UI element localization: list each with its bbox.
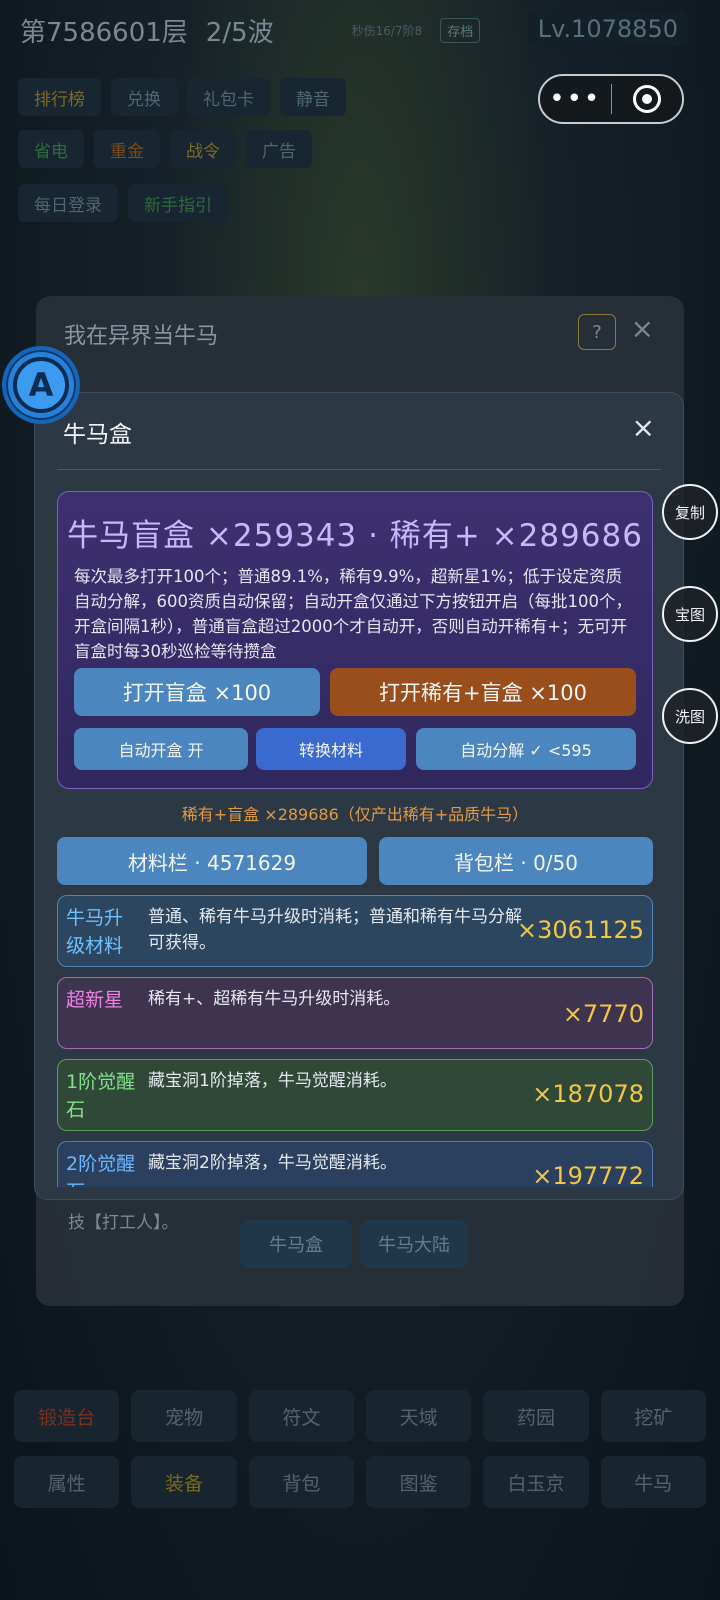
material-name: 牛马升级材料 xyxy=(66,907,124,957)
blind-box-title: 牛马盲盒 ×259343 · 稀有+ ×289686 xyxy=(67,518,643,554)
material-description: 稀有+、超稀有牛马升级时消耗。 xyxy=(148,989,401,1009)
redeem-button[interactable]: 兑换 xyxy=(111,78,177,116)
close-icon[interactable]: × xyxy=(632,411,655,444)
outer-close-icon[interactable]: × xyxy=(631,312,654,345)
material-name: 2阶觉醒石 xyxy=(66,1153,136,1187)
copy-button[interactable]: 复制 xyxy=(662,484,718,540)
assistant-badge-icon[interactable]: A xyxy=(2,346,80,424)
land-tab-button[interactable]: 牛马大陆 xyxy=(360,1220,468,1268)
assistant-badge-label: A xyxy=(13,357,69,413)
niuma-box-modal: 牛马盒 × 牛马盲盒 ×259343 · 稀有+ ×289686 每次最多打开1… xyxy=(34,392,684,1200)
modal-header: 牛马盒 × xyxy=(35,393,683,461)
game-topbar: 第7586601层 2/5波 秒伤16/7阶8 存档 Lv.1078850 xyxy=(0,0,720,60)
battle-pass-button[interactable]: 战令 xyxy=(170,130,236,168)
app-screen: 第7586601层 2/5波 秒伤16/7阶8 存档 Lv.1078850 排行… xyxy=(0,0,720,1600)
material-count: ×187078 xyxy=(532,1080,644,1108)
tab-materials[interactable]: 材料栏 · 4571629 xyxy=(57,837,367,885)
modal-divider xyxy=(57,469,661,470)
menu-row-2: 省电 重金 战令 广告 xyxy=(18,130,312,168)
rare-box-note: 稀有+盲盒 ×289686（仅产出稀有+品质牛马） xyxy=(181,805,529,824)
modal-title: 牛马盒 xyxy=(63,422,132,448)
nav-mining[interactable]: 挖矿 xyxy=(600,1390,706,1442)
nav-rune[interactable]: 符文 xyxy=(248,1390,354,1442)
material-description: 藏宝洞2阶掉落，牛马觉醒消耗。 xyxy=(148,1153,397,1173)
auto-decompose-button[interactable]: 自动分解 ✓ <595 xyxy=(416,728,636,770)
material-item[interactable]: 牛马升级材料 普通、稀有牛马升级时消耗；普通和稀有牛马分解可获得。 ×30611… xyxy=(57,895,653,967)
tab-backpack[interactable]: 背包栏 · 0/50 xyxy=(379,837,653,885)
material-name: 超新星 xyxy=(66,989,124,1011)
nav-baiyujing[interactable]: 白玉京 xyxy=(483,1456,589,1508)
material-item[interactable]: 1阶觉醒石 藏宝洞1阶掉落，牛马觉醒消耗。 ×187078 xyxy=(57,1059,653,1131)
tutorial-button[interactable]: 新手指引 xyxy=(128,184,228,222)
nav-herb-garden[interactable]: 药园 xyxy=(483,1390,589,1442)
ads-button[interactable]: 广告 xyxy=(246,130,312,168)
help-button[interactable]: ? xyxy=(578,314,616,350)
bottom-nav-row-1: 锻造台 宠物 符文 天域 药园 挖矿 xyxy=(14,1390,706,1442)
ranking-button[interactable]: 排行榜 xyxy=(18,78,101,116)
modal-scroll-area[interactable]: 牛马盲盒 ×259343 · 稀有+ ×289686 每次最多打开100个；普通… xyxy=(57,491,653,1187)
auto-open-toggle[interactable]: 自动开盒 开 xyxy=(74,728,248,770)
level-label: Lv.1078850 xyxy=(527,12,688,46)
material-item[interactable]: 超新星 稀有+、超稀有牛马升级时消耗。 ×7770 xyxy=(57,977,653,1049)
daily-login-button[interactable]: 每日登录 xyxy=(18,184,118,222)
blind-box-card: 牛马盲盒 ×259343 · 稀有+ ×289686 每次最多打开100个；普通… xyxy=(57,491,653,789)
material-count: ×7770 xyxy=(562,1000,644,1028)
nav-backpack[interactable]: 背包 xyxy=(248,1456,354,1508)
inventory-tabs: 材料栏 · 4571629 背包栏 · 0/50 xyxy=(57,837,653,885)
material-description: 藏宝洞1阶掉落，牛马觉醒消耗。 xyxy=(148,1071,397,1091)
heavy-gold-button[interactable]: 重金 xyxy=(94,130,160,168)
nav-niuma[interactable]: 牛马 xyxy=(600,1456,706,1508)
power-save-button[interactable]: 省电 xyxy=(18,130,84,168)
material-item[interactable]: 2阶觉醒石 藏宝洞2阶掉落，牛马觉醒消耗。 ×197772 xyxy=(57,1141,653,1187)
menu-row-1: 排行榜 兑换 礼包卡 静音 xyxy=(18,78,346,116)
material-description: 普通、稀有牛马升级时消耗；普通和稀有牛马分解可获得。 xyxy=(148,907,522,953)
blind-box-description: 每次最多打开100个；普通89.1%，稀有9.9%，超新星1%；低于设定资质自动… xyxy=(74,567,632,661)
nav-attributes[interactable]: 属性 xyxy=(14,1456,120,1508)
mute-button[interactable]: 静音 xyxy=(280,78,346,116)
save-badge[interactable]: 存档 xyxy=(440,17,481,43)
miniprogram-capsule: ••• xyxy=(538,74,684,124)
nav-forge[interactable]: 锻造台 xyxy=(14,1390,120,1442)
nav-equipment[interactable]: 装备 xyxy=(131,1456,237,1508)
material-count: ×197772 xyxy=(532,1162,644,1187)
convert-materials-button[interactable]: 转换材料 xyxy=(256,728,406,770)
gift-card-button[interactable]: 礼包卡 xyxy=(187,78,270,116)
open-rare-box-button[interactable]: 打开稀有+盲盒 ×100 xyxy=(330,668,636,716)
box-tab-button[interactable]: 牛马盒 xyxy=(240,1220,352,1268)
wave-label: 2/5波 xyxy=(205,17,274,48)
dps-label: 秒伤16/7阶8 xyxy=(351,23,423,38)
bottom-nav-row-2: 属性 装备 背包 图鉴 白玉京 牛马 xyxy=(14,1456,706,1508)
close-miniprogram-icon[interactable] xyxy=(612,85,683,113)
material-name: 1阶觉醒石 xyxy=(66,1071,136,1121)
nav-pet[interactable]: 宠物 xyxy=(131,1390,237,1442)
open-box-button[interactable]: 打开盲盒 ×100 xyxy=(74,668,320,716)
menu-row-3: 每日登录 新手指引 xyxy=(18,184,228,222)
floor-label: 第7586601层 xyxy=(20,17,188,48)
nav-codex[interactable]: 图鉴 xyxy=(365,1456,472,1508)
treasure-map-button[interactable]: 宝图 xyxy=(662,586,718,642)
outer-panel-title: 我在异界当牛马 xyxy=(64,324,219,349)
nav-sky-realm[interactable]: 天域 xyxy=(365,1390,472,1442)
material-count: ×3061125 xyxy=(517,916,644,944)
wash-map-button[interactable]: 洗图 xyxy=(662,688,718,744)
more-icon[interactable]: ••• xyxy=(540,84,611,114)
outer-snippet: 技【打工人】。 xyxy=(68,1213,179,1233)
